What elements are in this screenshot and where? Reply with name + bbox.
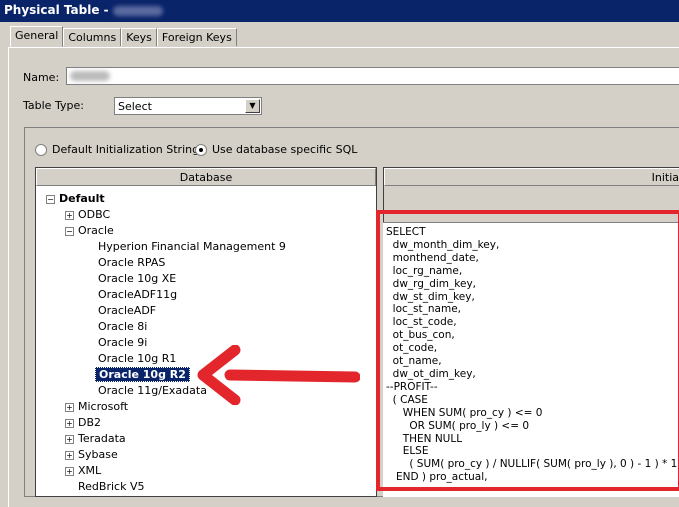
- expand-icon[interactable]: +: [65, 403, 74, 412]
- tree-item-label: Microsoft: [78, 400, 129, 413]
- tree-item-label: OracleADF11g: [98, 288, 178, 301]
- tree-item-label: OracleADF: [98, 304, 157, 317]
- database-column-header[interactable]: Database: [36, 168, 376, 186]
- tree-item-default[interactable]: − Default: [46, 191, 105, 207]
- redacted-value: [70, 71, 110, 81]
- expand-icon[interactable]: +: [65, 435, 74, 444]
- tree-item[interactable]: + XML: [65, 463, 102, 479]
- expand-icon[interactable]: +: [65, 467, 74, 476]
- red-arrow-icon: [197, 345, 360, 405]
- tree-item-label: Oracle: [78, 224, 114, 237]
- radio-use-db-sql[interactable]: Use database specific SQL: [195, 143, 357, 156]
- tree-item[interactable]: OracleADF11g: [98, 287, 177, 303]
- tree-item[interactable]: + Sybase: [65, 447, 118, 463]
- highlight-box: [376, 210, 679, 491]
- tree-item-selected[interactable]: Oracle 10g R2: [95, 367, 190, 383]
- tree-item-odbc[interactable]: + ODBC: [65, 207, 111, 223]
- tree-item[interactable]: Oracle 11g/Exadata: [98, 383, 207, 399]
- tree-item-label: Oracle 9i: [98, 336, 148, 349]
- window-title: Physical Table -: [4, 3, 109, 17]
- redacted-name: [112, 5, 163, 16]
- table-type-value: Select: [118, 100, 152, 113]
- tree-item-label: Oracle 11g/Exadata: [98, 384, 207, 397]
- tree-item[interactable]: + Microsoft: [65, 399, 129, 415]
- expand-icon[interactable]: +: [65, 451, 74, 460]
- tree-item[interactable]: Oracle RPAS: [98, 255, 165, 271]
- tree-item-label: Teradata: [78, 432, 126, 445]
- tab-foreign-keys[interactable]: Foreign Keys: [156, 28, 237, 46]
- tree-item[interactable]: Oracle 10g XE: [98, 271, 176, 287]
- tree-item-label: ODBC: [78, 208, 111, 221]
- tree-item-label: Hyperion Financial Management 9: [98, 240, 286, 253]
- name-label: Name:: [23, 71, 60, 84]
- expand-icon[interactable]: +: [65, 211, 74, 220]
- tree-item[interactable]: OracleADF: [98, 303, 156, 319]
- init-column-header[interactable]: Initia: [384, 168, 679, 186]
- tree-item-label: Default: [59, 192, 105, 205]
- database-tree-panel: Database − Default + ODBC − Oracle Hyperion Fi…: [35, 167, 377, 497]
- tree-item[interactable]: + DB2: [65, 415, 102, 431]
- expand-icon[interactable]: +: [65, 419, 74, 428]
- tree-item-label: RedBrick V5: [78, 480, 145, 493]
- tree-item[interactable]: Hyperion Financial Management 9: [98, 239, 286, 255]
- tree-item-label: Oracle 10g R1: [98, 352, 177, 365]
- name-input[interactable]: [66, 67, 679, 85]
- tab-columns[interactable]: Columns: [63, 28, 122, 46]
- table-type-select[interactable]: Select ▼: [114, 97, 262, 115]
- tree-item[interactable]: Oracle 9i: [98, 335, 147, 351]
- tree-item-label: DB2: [78, 416, 102, 429]
- table-type-label: Table Type:: [23, 99, 84, 112]
- tab-keys[interactable]: Keys: [121, 28, 157, 46]
- collapse-icon[interactable]: −: [46, 195, 55, 204]
- title-bar: Physical Table -: [0, 0, 679, 22]
- radio-button[interactable]: [35, 143, 47, 156]
- tree-item-oracle[interactable]: − Oracle: [65, 223, 114, 239]
- tree-item-label: XML: [78, 464, 102, 477]
- tree-item-redbrick[interactable]: RedBrick V5: [78, 479, 144, 495]
- tree-item-label: Oracle RPAS: [98, 256, 166, 269]
- tab-general[interactable]: General: [10, 26, 64, 47]
- radio-default-init[interactable]: Default Initialization String: [35, 143, 199, 156]
- radio-label: Default Initialization String: [52, 143, 200, 156]
- tree-item-label: Oracle 10g XE: [98, 272, 177, 285]
- tree-item-label: Oracle 10g R2: [95, 367, 190, 382]
- tree-item[interactable]: Oracle 8i: [98, 319, 147, 335]
- tree-item-label: Sybase: [78, 448, 118, 461]
- collapse-icon[interactable]: −: [65, 227, 74, 236]
- tree-item[interactable]: + Teradata: [65, 431, 126, 447]
- radio-label: Use database specific SQL: [212, 143, 358, 156]
- chevron-down-icon[interactable]: ▼: [245, 99, 260, 113]
- tree-item[interactable]: Oracle 10g R1: [98, 351, 176, 367]
- radio-button[interactable]: [195, 143, 207, 156]
- tab-strip: General Columns Keys Foreign Keys: [10, 26, 237, 47]
- tree-item-label: Oracle 8i: [98, 320, 148, 333]
